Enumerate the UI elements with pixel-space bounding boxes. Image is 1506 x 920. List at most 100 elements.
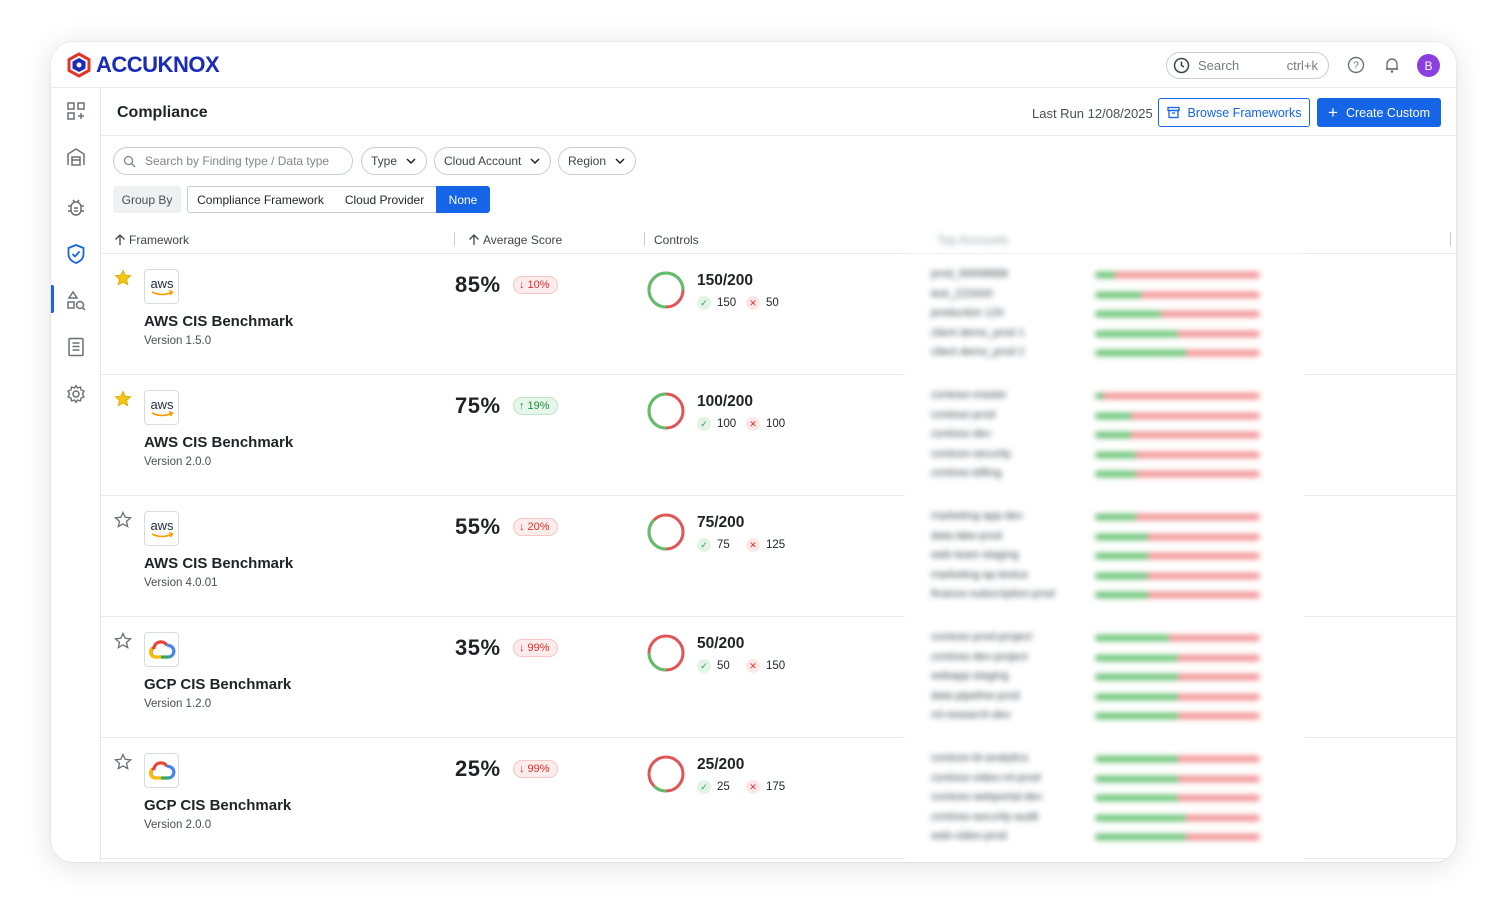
account-name[interactable]: test_ZZ0000 (931, 288, 993, 300)
account-name[interactable]: prod_99998888 (931, 268, 1008, 280)
finding-search-input[interactable]: Search by Finding type / Data type (113, 147, 353, 175)
table-row[interactable]: aws AWS CIS Benchmark Version 1.5.0 85% ↓ 10%… (101, 254, 905, 375)
column-header-controls: Controls (654, 233, 699, 247)
account-compliance-bar (1095, 713, 1260, 719)
account-name[interactable]: marketing-ap-testus (931, 569, 1028, 581)
account-pass-fill (1095, 814, 1186, 821)
cross-icon: ✕ (746, 538, 760, 552)
aws-logo-mark: aws (150, 276, 174, 295)
help-icon[interactable]: ? (1347, 56, 1365, 74)
account-name[interactable]: contoso-dev (931, 428, 991, 440)
account-name[interactable]: data-pipeline-prod (931, 690, 1020, 702)
gcp-logo-icon (144, 753, 179, 788)
bell-icon[interactable] (1383, 56, 1401, 74)
score-change-value: 20% (527, 521, 550, 533)
framework-version: Version 1.2.0 (144, 698, 212, 710)
region-dropdown[interactable]: Region (558, 147, 636, 175)
column-header-framework[interactable]: Framework (114, 233, 189, 247)
logo[interactable]: ACCUKNOX (66, 52, 220, 78)
table-row[interactable]: aws AWS CIS Benchmark Version 4.0.01 55% ↓ 20… (101, 496, 905, 617)
account-name[interactable]: contoso-security (931, 448, 1011, 460)
group-option-compliance-framework[interactable]: Compliance Framework (187, 186, 334, 213)
svg-text:?: ? (1353, 61, 1359, 72)
account-name[interactable]: contoso-billing (931, 467, 1001, 479)
report-icon[interactable] (65, 336, 87, 358)
create-custom-button[interactable]: + Create Custom (1317, 98, 1441, 127)
type-dropdown[interactable]: Type (361, 147, 427, 175)
average-score: 35% (455, 635, 501, 660)
dashboard-icon[interactable] (65, 100, 87, 122)
aws-logo-icon: aws (144, 390, 179, 425)
account-name[interactable]: contoso-bi-analytics (931, 752, 1028, 764)
account-name[interactable]: contoso-prod-project (931, 631, 1032, 643)
passed-controls: ✓ 100 (697, 417, 736, 431)
top-accounts-group: prod_99998888 test_ZZ0000 production 120 cl… (905, 254, 1305, 375)
inventory-icon[interactable] (65, 146, 87, 168)
account-compliance-bar (1095, 471, 1260, 477)
account-name[interactable]: contoso-master (931, 389, 1007, 401)
column-header-framework-label: Framework (129, 233, 190, 247)
framework-name[interactable]: GCP CIS Benchmark (144, 797, 291, 814)
framework-name[interactable]: AWS CIS Benchmark (144, 434, 293, 451)
star-outline-icon[interactable] (114, 753, 132, 771)
shield-check-icon[interactable] (65, 243, 87, 265)
browse-frameworks-button[interactable]: Browse Frameworks (1158, 98, 1310, 127)
account-name[interactable]: contoso-video-ml-prod (931, 772, 1040, 784)
account-compliance-bar (1095, 592, 1260, 598)
account-name[interactable]: client demo_prod 1 (931, 327, 1025, 339)
framework-name[interactable]: AWS CIS Benchmark (144, 313, 293, 330)
account-name[interactable]: contoso-prod (931, 409, 995, 421)
shapes-search-icon[interactable] (65, 290, 87, 312)
table-row[interactable]: aws AWS CIS Benchmark Version 2.0.0 75% ↑ 19%… (101, 375, 905, 496)
account-compliance-bar (1095, 432, 1260, 438)
account-pass-fill (1095, 272, 1115, 278)
failed-controls: ✕ 125 (746, 538, 785, 552)
search-placeholder: Search (1198, 58, 1240, 73)
bug-icon[interactable] (65, 196, 87, 218)
check-icon: ✓ (697, 296, 711, 310)
account-compliance-bar (1095, 693, 1260, 700)
account-name[interactable]: data-lake-prod (931, 530, 1002, 542)
score-change-value: 19% (527, 400, 550, 412)
account-name[interactable]: contoso-dev-project (931, 651, 1028, 663)
arrow-down-icon: ↓ (519, 642, 525, 654)
account-name[interactable]: marketing-app-dev (931, 510, 1023, 522)
header-divider (101, 135, 1456, 136)
search-shortcut: ctrl+k (1286, 58, 1318, 73)
browse-frameworks-label: Browse Frameworks (1187, 105, 1302, 120)
global-search[interactable]: Search ctrl+k (1166, 52, 1329, 79)
chevron-down-icon (615, 158, 625, 165)
account-pass-fill (1095, 795, 1178, 801)
account-name[interactable]: client demo_prod 2 (931, 346, 1025, 358)
account-name[interactable]: webapp-staging (931, 670, 1009, 682)
account-name[interactable]: production 120 (931, 307, 1004, 319)
account-name[interactable]: web-video-prod (931, 830, 1007, 842)
column-header-average-score[interactable]: Average Score (468, 233, 562, 247)
account-name[interactable]: contoso-security-audit (931, 811, 1039, 823)
row-divider (1305, 616, 1456, 617)
star-outline-icon[interactable] (114, 511, 132, 529)
column-separator (454, 232, 455, 246)
star-filled-icon[interactable] (114, 269, 132, 287)
account-name[interactable]: web-team-staging (931, 549, 1018, 561)
framework-name[interactable]: AWS CIS Benchmark (144, 555, 293, 572)
check-icon: ✓ (697, 780, 711, 794)
column-header-top-accounts: Top Accounts (937, 233, 1009, 247)
account-compliance-bar (1095, 291, 1260, 298)
group-option-none[interactable]: None (436, 186, 490, 213)
type-dropdown-label: Type (371, 154, 398, 168)
account-name[interactable]: ml-research-dev (931, 709, 1010, 721)
account-name[interactable]: contoso-webportal-dev (931, 791, 1042, 803)
user-avatar[interactable]: B (1417, 54, 1440, 77)
account-name[interactable]: finance-subscription-prod (931, 588, 1055, 600)
group-by-label: Group By (113, 186, 181, 213)
star-outline-icon[interactable] (114, 632, 132, 650)
table-row[interactable]: GCP CIS Benchmark Version 1.2.0 35% ↓ 99% 50/… (101, 617, 905, 738)
gear-icon[interactable] (65, 383, 87, 405)
star-filled-icon[interactable] (114, 390, 132, 408)
group-option-cloud-provider[interactable]: Cloud Provider (333, 186, 437, 213)
region-dropdown-label: Region (568, 154, 607, 168)
cloud-account-dropdown[interactable]: Cloud Account (434, 147, 551, 175)
table-row[interactable]: GCP CIS Benchmark Version 2.0.0 25% ↓ 99% 25/… (101, 738, 905, 859)
framework-name[interactable]: GCP CIS Benchmark (144, 676, 291, 693)
